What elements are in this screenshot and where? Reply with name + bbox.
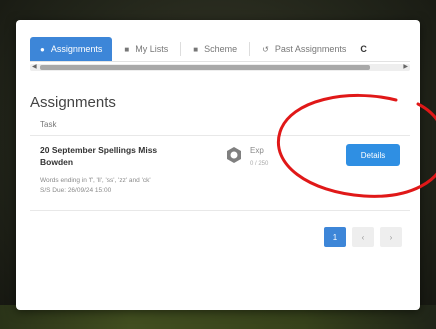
tab-label: Scheme [204, 44, 238, 54]
list-icon: ■ [124, 44, 130, 54]
progress-ring-icon [227, 147, 241, 163]
tab-divider [249, 42, 251, 56]
header-divider [30, 135, 410, 136]
tab-label: My Lists [135, 44, 169, 54]
scheme-icon: ■ [193, 44, 199, 54]
tab-label: Assignments [50, 44, 103, 54]
scroll-left-icon[interactable]: ◀ [32, 63, 37, 70]
status-label: Exp [250, 146, 264, 155]
tab-past-assignments[interactable]: ↺ Past Assignments [252, 37, 356, 61]
page-title: Assignments [30, 94, 116, 111]
tab-label: C [360, 44, 367, 54]
tab-divider [180, 42, 182, 56]
scroll-right-icon[interactable]: ▶ [403, 63, 408, 70]
pagination: 1 ‹ › [324, 227, 402, 247]
tab-scrollbar[interactable]: ◀ ▶ [30, 64, 410, 71]
tab-my-lists[interactable]: ■ My Lists [114, 37, 178, 61]
tab-bar: ● Assignments ■ My Lists ■ Scheme ↺ Past… [30, 37, 410, 62]
page-next-button[interactable]: › [380, 227, 402, 247]
assignment-description: Words ending in 'f', 'll', 'ss', 'zz' an… [40, 177, 151, 184]
assignment-details: Words ending in 'f', 'll', 'ss', 'zz' an… [40, 176, 210, 196]
tab-label: Past Assignments [274, 44, 347, 54]
status-progress: 0 / 250 [250, 161, 269, 167]
assignments-modal: ● Assignments ■ My Lists ■ Scheme ↺ Past… [16, 20, 420, 310]
tab-assignments[interactable]: ● Assignments [30, 37, 113, 61]
scroll-thumb[interactable] [40, 65, 370, 70]
page-prev-button[interactable]: ‹ [352, 227, 374, 247]
assignments-icon: ● [40, 44, 45, 54]
tab-overflow[interactable]: C [358, 37, 369, 61]
assignment-title: 20 September Spellings Miss Bowden [40, 145, 158, 167]
tab-scheme[interactable]: ■ Scheme [183, 37, 247, 61]
row-divider [30, 210, 410, 211]
history-icon: ↺ [262, 44, 269, 54]
column-header-task: Task [40, 120, 57, 129]
assignment-due: S/S Due: 26/09/24 15:00 [40, 187, 112, 194]
details-button[interactable]: Details [346, 144, 400, 166]
page-button-current[interactable]: 1 [324, 227, 346, 247]
